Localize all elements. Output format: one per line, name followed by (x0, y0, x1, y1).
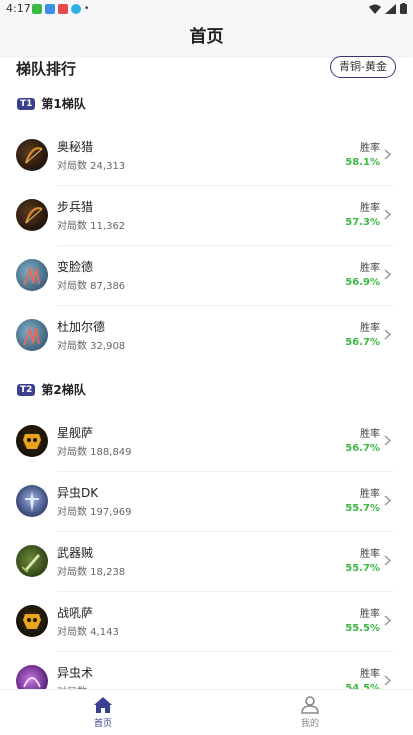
notification-icons: • (32, 4, 89, 14)
app-notification-icon (58, 4, 68, 14)
chevron-right-icon (384, 209, 392, 220)
tier-header-1: T1 第1梯队 (17, 95, 86, 112)
deck-row[interactable]: 异虫术对局数 ...胜率54.5% (0, 652, 413, 689)
more-dot-icon: • (84, 4, 90, 14)
main-content[interactable]: 梯队排行 青铜-黄金 T1 第1梯队 T2 第2梯队 奥秘猎对局数 24,313… (0, 56, 413, 689)
deck-name: 奥秘猎 (57, 140, 94, 154)
chevron-right-icon (384, 149, 392, 160)
druid-claw-icon (16, 319, 48, 351)
status-time: 4:17 (6, 2, 31, 15)
druid-claw-icon (23, 265, 40, 286)
deck-name: 星舰萨 (57, 426, 94, 440)
deck-games-count: 对局数 197,969 (57, 507, 132, 518)
tier-name: 第1梯队 (41, 97, 86, 111)
win-rate-label: 胜率 (360, 549, 380, 560)
deck-row[interactable]: 武器贼对局数 18,238 胜率 55.7% (0, 532, 413, 592)
shaman-totem-icon (16, 605, 48, 637)
deck-row[interactable]: 星舰萨对局数 188,849 胜率 56.7% (0, 412, 413, 472)
deck-games-count: 对局数 188,849 (57, 447, 132, 458)
deck-games-count: 对局数 18,238 (57, 567, 126, 578)
deck-row[interactable]: 杜加尔德对局数 32,908 胜率 56.7% (0, 306, 413, 366)
tier-badge: T1 (17, 97, 36, 110)
deck-row[interactable]: 异虫DK 对局数 197,969 胜率 55.7% (0, 472, 413, 532)
warlock-icon (23, 677, 41, 688)
user-icon (301, 696, 319, 714)
deck-games-count: 对局数 24,313 (57, 161, 126, 172)
win-rate-value: 56.9% (345, 277, 380, 288)
chevron-right-icon (384, 615, 392, 626)
deck-games-count: 对局数 87,386 (57, 281, 126, 292)
win-rate-value: 56.7% (345, 337, 380, 348)
deck-row[interactable]: 战吼萨对局数 4,143 胜率 55.5% (0, 592, 413, 652)
nav-home[interactable]: 首页 (63, 696, 143, 729)
deck-games-count: 对局数 32,908 (57, 341, 126, 352)
win-rate-label: 胜率 (360, 143, 380, 154)
chevron-right-icon (384, 555, 392, 566)
tier-header-2: T2 第2梯队 (17, 381, 86, 398)
nav-profile[interactable]: 我的 (270, 696, 350, 729)
app-notification-icon (71, 4, 81, 14)
nav-label: 首页 (93, 719, 112, 729)
rogue-dagger-icon (21, 554, 40, 573)
app-notification-icon (45, 4, 55, 14)
win-rate-value: 56.7% (345, 443, 380, 454)
deck-name: 杜加尔德 (57, 320, 106, 334)
win-rate-label: 胜率 (360, 263, 380, 274)
chevron-right-icon (384, 329, 392, 340)
deck-name: 步兵猎 (57, 200, 94, 214)
app-notification-icon (32, 4, 42, 14)
deck-name: 武器贼 (57, 546, 94, 560)
win-rate-label: 胜率 (360, 323, 380, 334)
win-rate-value: 58.1% (345, 157, 380, 168)
death-knight-icon (25, 491, 39, 512)
death-knight-icon (16, 485, 48, 517)
druid-claw-icon (16, 259, 48, 291)
win-rate-value: 55.7% (345, 563, 380, 574)
chevron-right-icon (384, 675, 392, 686)
section-title: 梯队排行 (16, 60, 77, 78)
tier-name: 第2梯队 (41, 383, 86, 397)
deck-games-count: 对局数 11,362 (57, 221, 126, 232)
deck-row[interactable]: 奥秘猎对局数 24,313 胜率 58.1% (0, 126, 413, 186)
shaman-totem-icon (23, 434, 41, 449)
win-rate-label: 胜率 (360, 669, 380, 680)
warlock-icon (16, 665, 48, 689)
deck-name: 异虫术 (57, 666, 94, 680)
app-header: 首页 (0, 18, 413, 56)
shaman-totem-icon (16, 425, 48, 457)
chevron-right-icon (384, 435, 392, 446)
hunter-bow-icon (16, 139, 48, 171)
status-bar: 4:17 • (0, 0, 413, 18)
deck-name: 异虫DK (57, 486, 99, 500)
druid-claw-icon (23, 325, 40, 346)
page-title: 首页 (189, 27, 224, 47)
rank-filter-button[interactable]: 青铜-黄金 (330, 56, 396, 78)
chevron-right-icon (384, 495, 392, 506)
tier-badge: T2 (17, 383, 36, 396)
deck-games-count: 对局数 4,143 (57, 627, 119, 638)
win-rate-label: 胜率 (360, 609, 380, 620)
chevron-right-icon (384, 269, 392, 280)
bottom-navigation: 首页 我的 (0, 689, 413, 735)
shaman-totem-icon (23, 614, 41, 629)
deck-row[interactable]: 变脸德对局数 87,386 胜率 56.9% (0, 246, 413, 306)
nav-label: 我的 (300, 719, 319, 729)
rogue-dagger-icon (16, 545, 48, 577)
win-rate-value: 55.7% (345, 503, 380, 514)
hunter-bow-icon (16, 199, 48, 231)
hunter-bow-icon (24, 207, 43, 224)
home-icon (94, 697, 112, 713)
win-rate-label: 胜率 (360, 429, 380, 440)
battery-icon (400, 3, 407, 14)
win-rate-value: 57.3% (345, 217, 380, 228)
win-rate-label: 胜率 (360, 203, 380, 214)
deck-row[interactable]: 步兵猎对局数 11,362 胜率 57.3% (0, 186, 413, 246)
signal-icon (385, 3, 396, 14)
wifi-icon (369, 4, 381, 14)
deck-name: 变脸德 (57, 260, 94, 274)
deck-name: 战吼萨 (57, 606, 94, 620)
win-rate-label: 胜率 (360, 489, 380, 500)
hunter-bow-icon (24, 147, 43, 164)
win-rate-value: 55.5% (345, 623, 380, 634)
